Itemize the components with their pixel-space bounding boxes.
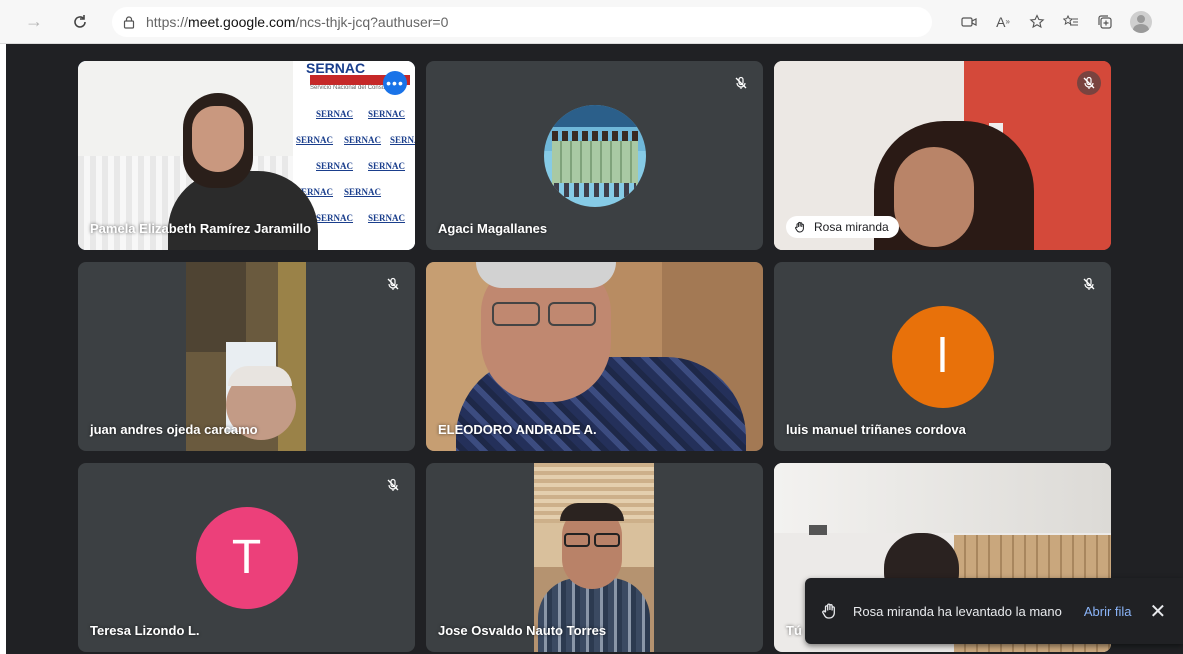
url-host: meet.google.com (188, 13, 296, 30)
person-hair (476, 262, 616, 288)
participant-name: ELEODORO ANDRADE A. (438, 422, 597, 437)
glasses-left (564, 533, 590, 547)
url-path: /ncs-thjk-jcq?authuser=0 (295, 13, 449, 30)
address-bar[interactable]: https://meet.google.com/ncs-thjk-jcq?aut… (112, 6, 932, 37)
profile-avatar-icon[interactable] (1130, 10, 1152, 33)
reload-icon[interactable] (66, 8, 94, 36)
glasses-left (492, 302, 540, 326)
raised-hand-icon (822, 603, 835, 619)
participant-name: Jose Osvaldo Nauto Torres (438, 623, 607, 638)
participant-tile-eleodoro[interactable]: ELEODORO ANDRADE A. (426, 262, 763, 451)
sernac-logo: SERNAC (368, 161, 406, 171)
toast-message: Rosa miranda ha levantado la mano (853, 603, 1062, 619)
mic-off-icon (381, 272, 405, 296)
mic-off-icon (1077, 71, 1101, 95)
participant-name: Rosa miranda (814, 220, 889, 234)
ceiling (774, 463, 1111, 533)
participant-tile-teresa[interactable]: T Teresa Lizondo L. (78, 463, 415, 652)
forward-arrow-icon[interactable]: → (20, 8, 48, 36)
person-shirt (538, 578, 650, 652)
sernac-logo: SERNAC (390, 135, 415, 145)
participant-tile-pamela[interactable]: SERNAC Servicio Nacional del Consumidor … (78, 61, 415, 250)
photo-wall (544, 105, 646, 127)
participant-name: Agaci Magallanes (438, 221, 548, 236)
participant-initial-avatar: T (195, 506, 298, 609)
lock-icon (123, 15, 135, 29)
sernac-logo: SERNAC (316, 109, 354, 119)
sernac-logo: SERNAC (344, 187, 382, 197)
participant-name: luis manuel triñanes cordova (786, 422, 966, 437)
collections-icon[interactable] (1088, 7, 1122, 37)
sernac-logo: SERNAC (344, 135, 382, 145)
close-icon[interactable]: ✕ (1150, 599, 1167, 624)
participant-initial-avatar: l (891, 305, 994, 408)
participant-tile-agaci[interactable]: Agaci Magallanes (426, 61, 763, 250)
more-options-icon[interactable]: ••• (383, 71, 407, 95)
participant-name: Pamela Elizabeth Ramírez Jaramillo (90, 221, 312, 236)
participant-tile-jose[interactable]: Jose Osvaldo Nauto Torres (426, 463, 763, 652)
photo-people (552, 135, 638, 185)
url-scheme: https:// (146, 13, 189, 30)
glasses-right (548, 302, 596, 326)
raised-hand-badge: Rosa miranda (786, 216, 899, 238)
person-hair (560, 503, 624, 521)
sernac-logo: SERNAC (316, 213, 354, 223)
wall-object (809, 525, 827, 535)
person-hair (228, 366, 292, 386)
dark-wall (186, 262, 246, 352)
group-photo-avatar (544, 105, 646, 207)
sernac-logo: SERNAC (368, 109, 406, 119)
mic-off-icon (1077, 272, 1101, 296)
person-face (192, 106, 244, 172)
raised-hand-icon (795, 221, 804, 233)
sernac-logo: SERNAC (296, 135, 334, 145)
sernac-logo: SERNAC (316, 161, 354, 171)
camera-icon[interactable] (952, 7, 986, 37)
read-aloud-icon[interactable]: A» (986, 7, 1020, 37)
photo-legs (554, 183, 636, 197)
participant-tile-luis[interactable]: l luis manuel triñanes cordova (774, 262, 1111, 451)
mic-off-icon (381, 473, 405, 497)
favorites-list-icon[interactable] (1054, 7, 1088, 37)
browser-toolbar: → https://meet.google.com/ncs-thjk-jcq?a… (0, 0, 1183, 44)
photo-heads (552, 131, 638, 141)
participant-name: Tú (786, 623, 802, 638)
open-queue-button[interactable]: Abrir fila (1084, 604, 1132, 619)
sernac-logo: SERNAC (368, 213, 406, 223)
participant-tile-juan[interactable]: juan andres ojeda carcamo (78, 262, 415, 451)
participant-name: Teresa Lizondo L. (90, 623, 200, 638)
participant-tile-rosa[interactable]: Rosa miranda (774, 61, 1111, 250)
left-edge-strip (0, 44, 6, 654)
glasses-right (594, 533, 620, 547)
person-face (894, 147, 974, 247)
favorite-star-icon[interactable] (1020, 7, 1054, 37)
participant-name: juan andres ojeda carcamo (90, 422, 258, 437)
raised-hand-toast: Rosa miranda ha levantado la mano Abrir … (805, 578, 1183, 644)
mic-off-icon (729, 71, 753, 95)
